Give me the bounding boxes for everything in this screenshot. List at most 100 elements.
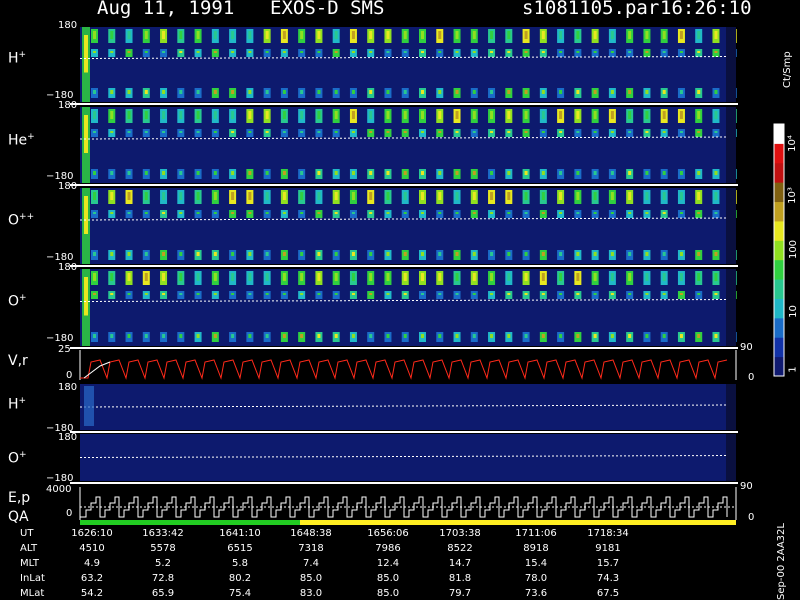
right-strip-lower-h-plus <box>726 384 736 430</box>
blob-core-o-plus-7-2 <box>213 334 217 338</box>
footer-cell-inlat-6: 78.0 <box>524 573 548 584</box>
blob-core-h-plus-1-2 <box>110 90 114 94</box>
blob-core-h-plus-19-2 <box>421 90 424 94</box>
footer-cell-alt-4: 7986 <box>375 543 401 554</box>
blob-core-o-plusplus-27-2 <box>559 252 563 256</box>
footer-cell-mlt-1: 5.2 <box>155 558 171 569</box>
blob-core-o-plus-14-0 <box>334 273 338 281</box>
footer-cell-mlat-3: 83.0 <box>299 588 323 599</box>
blob-core-he-plus-33-2 <box>662 171 666 175</box>
blob-core-he-plus-3-0 <box>144 111 148 119</box>
blob-core-o-plusplus-36-2 <box>714 252 718 256</box>
blob-core-he-plus-8-0 <box>231 111 235 119</box>
blob-core-o-plusplus-28-0 <box>576 192 580 200</box>
blob-core-h-plus-21-2 <box>455 90 459 94</box>
blob-core-h-plus-27-0 <box>559 31 563 39</box>
blob-core-he-plus-15-2 <box>351 171 355 175</box>
colorbar-swatch-11 <box>774 143 784 164</box>
blob-core-h-plus-6-1 <box>196 51 200 53</box>
blob-core-o-plusplus-0-2 <box>93 252 96 256</box>
blob-core-h-plus-1-1 <box>110 51 114 53</box>
blob-core-o-plusplus-17-1 <box>386 212 390 214</box>
blob-core-h-plus-0-2 <box>93 90 96 94</box>
blob-core-h-plus-24-0 <box>507 31 511 39</box>
blob-core-h-plus-19-0 <box>421 31 424 39</box>
footer-cell-ut-4: 1656:06 <box>367 528 409 539</box>
blob-core-he-plus-17-1 <box>386 131 390 133</box>
blob-core-o-plusplus-33-0 <box>662 192 666 200</box>
blob-core-h-plus-25-2 <box>524 90 528 94</box>
blob-core-o-plus-20-0 <box>438 273 442 281</box>
blob-core-h-plus-17-2 <box>386 90 390 94</box>
blob-core-o-plusplus-10-1 <box>265 212 269 214</box>
colorbar-swatch-7 <box>774 220 784 241</box>
blob-core-o-plusplus-25-2 <box>524 252 528 256</box>
blob-core-o-plusplus-26-2 <box>541 252 545 256</box>
blob-core-h-plus-11-1 <box>282 51 286 53</box>
blob-core-h-plus-22-1 <box>472 51 476 53</box>
blob-core-h-plus-35-1 <box>697 51 701 53</box>
blob-core-he-plus-2-2 <box>127 171 131 175</box>
blob-core-he-plus-7-0 <box>213 111 217 119</box>
blob-core-he-plus-5-2 <box>179 171 183 175</box>
blob-core-o-plus-12-1 <box>300 293 304 295</box>
blob-core-o-plus-9-2 <box>248 334 252 338</box>
blob-core-o-plusplus-10-0 <box>265 192 269 200</box>
blob-core-o-plus-16-0 <box>369 273 373 281</box>
blob-core-o-plusplus-27-1 <box>559 212 563 214</box>
blob-core-o-plus-15-2 <box>351 334 355 338</box>
blob-core-h-plus-34-1 <box>679 51 683 53</box>
footer-row-label-mlt: MLT <box>20 558 39 569</box>
footer-cell-ut-2: 1641:10 <box>219 528 261 539</box>
blob-core-o-plus-2-1 <box>127 293 131 295</box>
blob-core-he-plus-25-0 <box>524 111 528 119</box>
blob-core-o-plus-35-1 <box>697 293 701 295</box>
blob-core-he-plus-20-1 <box>438 131 442 133</box>
blob-core-h-plus-3-2 <box>144 90 148 94</box>
blob-core-o-plusplus-29-0 <box>593 192 597 200</box>
blob-core-he-plus-34-1 <box>679 131 683 133</box>
blob-core-he-plus-8-1 <box>231 131 235 133</box>
blob-core-o-plus-35-0 <box>697 273 701 281</box>
blob-core-o-plus-30-1 <box>610 293 614 295</box>
blob-core-he-plus-23-2 <box>490 171 494 175</box>
blob-core-o-plus-4-2 <box>162 334 166 338</box>
blob-core-o-plusplus-33-2 <box>662 252 666 256</box>
blob-core-o-plus-27-1 <box>559 293 563 295</box>
blob-core-h-plus-20-0 <box>438 31 442 39</box>
blob-core-h-plus-2-0 <box>127 31 131 39</box>
colorbar-swatch-4 <box>774 279 784 299</box>
blob-core-h-plus-13-2 <box>317 90 321 94</box>
blob-core-he-plus-17-0 <box>386 111 390 119</box>
blob-core-h-plus-7-1 <box>213 51 217 53</box>
footer-cell-inlat-2: 80.2 <box>228 573 252 584</box>
blob-core-h-plus-9-1 <box>248 51 252 53</box>
blob-core-o-plus-34-1 <box>679 293 683 295</box>
blob-core-o-plusplus-19-1 <box>421 212 424 214</box>
blob-core-he-plus-11-0 <box>282 111 286 119</box>
blob-core-h-plus-16-2 <box>369 90 373 94</box>
blob-core-h-plus-15-2 <box>351 90 355 94</box>
blob-core-he-plus-21-1 <box>455 131 459 133</box>
blob-core-o-plusplus-17-0 <box>386 192 390 200</box>
blob-core-he-plus-16-2 <box>369 171 373 175</box>
blob-core-o-plus-17-1 <box>386 293 390 295</box>
blob-core-o-plus-13-2 <box>317 334 321 338</box>
sms-plot-page: Aug 11, 1991 EXOS-D SMS s1081105.par 16:… <box>0 0 800 600</box>
panel-bg-lower-o-plus <box>80 434 736 481</box>
blob-core-h-plus-20-1 <box>438 51 442 53</box>
blob-core-he-plus-13-1 <box>317 131 321 133</box>
footer-cell-mlat-5: 79.7 <box>448 588 472 599</box>
blob-core-o-plusplus-11-1 <box>282 212 286 214</box>
blob-core-o-plusplus-8-1 <box>231 212 235 214</box>
footer-cell-alt-5: 8522 <box>447 543 473 554</box>
blob-core-he-plus-6-1 <box>196 131 200 133</box>
blob-core-o-plusplus-9-2 <box>248 252 252 256</box>
blob-core-o-plusplus-8-0 <box>231 192 235 200</box>
blob-core-o-plus-28-1 <box>576 293 580 295</box>
blob-core-h-plus-32-2 <box>645 90 649 94</box>
blob-core-he-plus-18-1 <box>403 131 407 133</box>
blob-core-h-plus-3-0 <box>144 31 148 39</box>
blob-core-o-plusplus-22-0 <box>472 192 476 200</box>
blob-core-o-plusplus-27-0 <box>559 192 563 200</box>
